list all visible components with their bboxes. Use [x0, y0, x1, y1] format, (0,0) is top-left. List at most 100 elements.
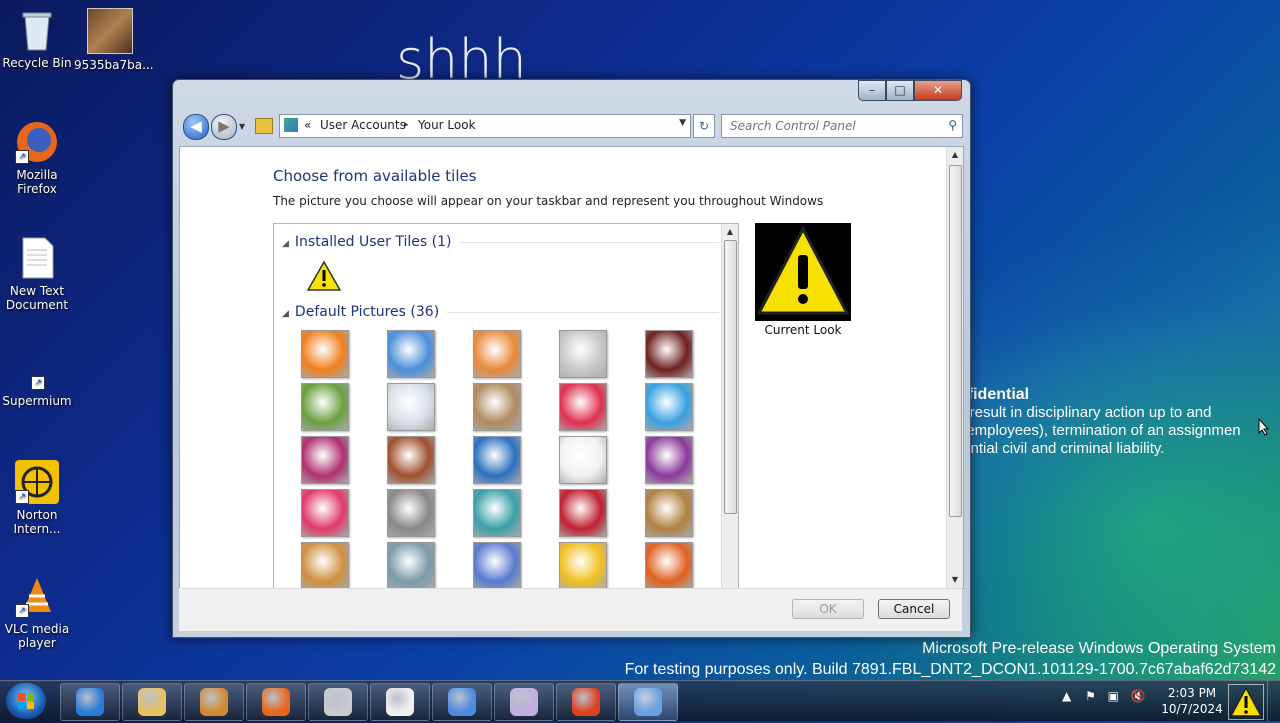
- watermark-line2: For testing purposes only. Build 7891.FB…: [624, 661, 1276, 678]
- taskbar-button-firefox[interactable]: [246, 683, 306, 721]
- desktop-icon-recycle-bin[interactable]: Recycle Bin: [1, 8, 73, 70]
- network-icon[interactable]: ▣: [1108, 689, 1119, 703]
- default-picture-tile[interactable]: [559, 383, 607, 431]
- group-divider: [459, 241, 720, 243]
- default-picture-tile[interactable]: [387, 436, 435, 484]
- default-picture-tile[interactable]: [387, 542, 435, 588]
- page-title: Choose from available tiles: [273, 167, 477, 185]
- group-default-pictures[interactable]: ◢ Default Pictures (36): [282, 304, 720, 320]
- internet-explorer-icon: [76, 688, 104, 716]
- default-picture-tile[interactable]: [473, 383, 521, 431]
- default-picture-tile[interactable]: [473, 436, 521, 484]
- system-clock[interactable]: 2:03 PM 10/7/2024: [1158, 685, 1226, 717]
- maximize-button[interactable]: □: [886, 80, 914, 101]
- warning-icon: [1229, 686, 1263, 717]
- default-picture-tile[interactable]: [301, 383, 349, 431]
- default-picture-tile[interactable]: [559, 436, 607, 484]
- refresh-button[interactable]: ↻: [693, 114, 715, 138]
- taskbar-button-windows-explorer[interactable]: [122, 683, 182, 721]
- show-hidden-icons-icon[interactable]: ▲: [1062, 689, 1071, 703]
- default-picture-tile[interactable]: [387, 383, 435, 431]
- start-button[interactable]: [6, 683, 46, 719]
- default-picture-tile[interactable]: [473, 489, 521, 537]
- volume-muted-icon[interactable]: 🔇: [1131, 689, 1146, 703]
- search-input[interactable]: [728, 115, 942, 137]
- breadcrumb-user-accounts[interactable]: User Accounts: [320, 118, 406, 132]
- recent-pages-dropdown[interactable]: ▼: [239, 122, 245, 131]
- desktop-icon-label: Recycle Bin: [2, 56, 72, 70]
- show-desktop-button[interactable]: [1267, 681, 1280, 721]
- scroll-down-icon[interactable]: ▼: [947, 572, 963, 588]
- shortcut-arrow-icon: ↗: [15, 604, 29, 618]
- confidential-title: nfidential: [958, 386, 1030, 403]
- taskbar-button-media-player[interactable]: [184, 683, 244, 721]
- ok-button[interactable]: OK: [792, 599, 864, 619]
- desktop-icon-supermium[interactable]: ↗ Supermium: [1, 374, 73, 408]
- scroll-thumb[interactable]: [724, 240, 737, 514]
- up-folder-icon[interactable]: [255, 118, 273, 134]
- default-picture-tile[interactable]: [559, 330, 607, 378]
- group-label: Installed User Tiles (1): [294, 234, 452, 250]
- forward-arrow-icon: ▶: [218, 117, 230, 135]
- address-bar[interactable]: « User Accounts ▸ Your Look ▼: [279, 114, 691, 138]
- taskbar-button-bird-app[interactable]: [432, 683, 492, 721]
- action-center-flag-icon[interactable]: ⚑: [1085, 689, 1096, 703]
- cat-photo-icon: [87, 8, 133, 54]
- text-document-icon: [15, 236, 59, 280]
- content-scrollbar[interactable]: ▲ ▼: [946, 147, 963, 588]
- desktop-icon-image-file[interactable]: 9535ba7ba...: [74, 8, 154, 72]
- default-picture-tile[interactable]: [301, 436, 349, 484]
- installed-tile-warning[interactable]: [306, 260, 342, 292]
- default-picture-tile[interactable]: [559, 489, 607, 537]
- back-arrow-icon: ◀: [190, 117, 202, 135]
- pointer-app-icon: [572, 688, 600, 716]
- taskbar-button-drive[interactable]: [308, 683, 368, 721]
- desktop-icon-text-document[interactable]: New Text Document: [1, 236, 73, 312]
- close-button[interactable]: ✕: [914, 80, 962, 101]
- default-picture-tile[interactable]: [301, 489, 349, 537]
- taskbar-button-paint[interactable]: [494, 683, 554, 721]
- breadcrumb-your-look[interactable]: Your Look: [418, 118, 476, 132]
- media-player-icon: [200, 688, 228, 716]
- taskbar-button-panda[interactable]: [370, 683, 430, 721]
- forward-button[interactable]: ▶: [211, 114, 237, 140]
- group-installed-user-tiles[interactable]: ◢ Installed User Tiles (1): [282, 234, 720, 250]
- search-box[interactable]: ⚲: [721, 114, 963, 138]
- tray-warning-button[interactable]: [1228, 684, 1264, 720]
- scroll-up-icon[interactable]: ▲: [722, 224, 738, 240]
- tile-list-scrollbar[interactable]: ▲: [721, 224, 738, 588]
- default-picture-tile[interactable]: [473, 330, 521, 378]
- default-picture-tile[interactable]: [645, 489, 693, 537]
- default-picture-tile[interactable]: [645, 330, 693, 378]
- back-button[interactable]: ◀: [183, 114, 209, 140]
- default-picture-tile[interactable]: [645, 542, 693, 588]
- drive-icon: [324, 688, 352, 716]
- firefox-icon: [262, 688, 290, 716]
- address-dropdown-icon[interactable]: ▼: [679, 118, 686, 128]
- desktop-icon-norton[interactable]: ↗ Norton Intern...: [1, 460, 73, 536]
- current-look-picture: [755, 223, 851, 321]
- minimize-button[interactable]: –: [858, 80, 886, 101]
- default-picture-tile[interactable]: [387, 489, 435, 537]
- desktop-icon-firefox[interactable]: ↗ Mozilla Firefox: [1, 120, 73, 196]
- cancel-button[interactable]: Cancel: [878, 599, 950, 619]
- search-icon[interactable]: ⚲: [948, 118, 957, 132]
- refresh-icon: ↻: [698, 119, 710, 133]
- default-picture-tile[interactable]: [645, 436, 693, 484]
- default-picture-tile[interactable]: [645, 383, 693, 431]
- content-pane: Choose from available tiles The picture …: [179, 146, 964, 589]
- taskbar-button-pointer-app[interactable]: [556, 683, 616, 721]
- your-look-window: – □ ✕ ◀ ▶ ▼ « User Accounts ▸ Your Look …: [172, 79, 971, 638]
- scroll-thumb[interactable]: [949, 165, 962, 517]
- default-picture-tile[interactable]: [387, 330, 435, 378]
- default-picture-tile[interactable]: [559, 542, 607, 588]
- default-picture-tile[interactable]: [301, 542, 349, 588]
- breadcrumb-chevrons[interactable]: «: [304, 118, 311, 132]
- scroll-up-icon[interactable]: ▲: [947, 147, 963, 163]
- desktop-icon-vlc[interactable]: ↗ VLC media player: [1, 574, 73, 650]
- taskbar-button-internet-explorer[interactable]: [60, 683, 120, 721]
- breadcrumb-separator[interactable]: ▸: [404, 120, 409, 130]
- default-picture-tile[interactable]: [301, 330, 349, 378]
- default-picture-tile[interactable]: [473, 542, 521, 588]
- taskbar-button-control-panel[interactable]: [618, 683, 678, 721]
